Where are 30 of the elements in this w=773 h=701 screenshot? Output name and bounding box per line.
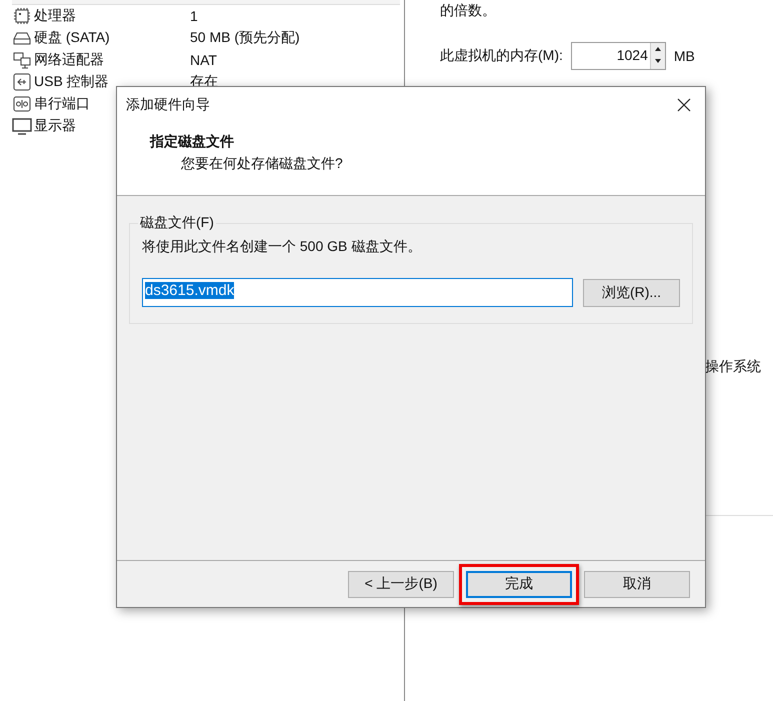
memory-spinbox[interactable]: 1024 [570,42,666,70]
description-text: 将使用此文件名创建一个 500 GB 磁盘文件。 [142,238,422,256]
dialog-title: 添加硬件向导 [126,96,210,114]
description-text: 操作系统 [705,358,761,376]
device-name[interactable]: 网络适配器 [34,51,104,69]
finish-button[interactable]: 完成 [466,570,572,598]
device-name[interactable]: 显示器 [34,117,76,135]
group-label: 磁盘文件(F) [139,214,215,232]
back-button[interactable]: < 上一步(B) [348,570,454,598]
step-subheading: 您要在何处存储磁盘文件? [181,155,344,173]
device-name[interactable]: 处理器 [34,7,76,25]
memory-hint-text: 的倍数。 [440,2,497,20]
network-icon [12,51,32,69]
file-name-field[interactable]: ds3615.vmdk [142,278,573,307]
device-name[interactable]: 硬盘 (SATA) [34,29,110,47]
memory-label: 此虚拟机的内存(M): [440,47,563,65]
step-heading: 指定磁盘文件 [150,133,235,151]
cancel-button[interactable]: 取消 [584,570,690,598]
memory-unit: MB [674,48,695,64]
close-icon[interactable] [677,98,691,112]
serial-port-icon [12,95,32,113]
usb-port-icon [12,73,32,91]
browse-button[interactable]: 浏览(R)... [583,278,680,306]
device-name[interactable]: 串行端口 [34,95,90,113]
monitor-icon [12,117,32,135]
chip-icon [12,7,32,25]
device-summary: NAT [190,52,217,68]
device-summary: 50 MB (预先分配) [190,29,300,47]
device-name[interactable]: USB 控制器 [34,73,109,91]
device-summary: 1 [190,8,198,24]
